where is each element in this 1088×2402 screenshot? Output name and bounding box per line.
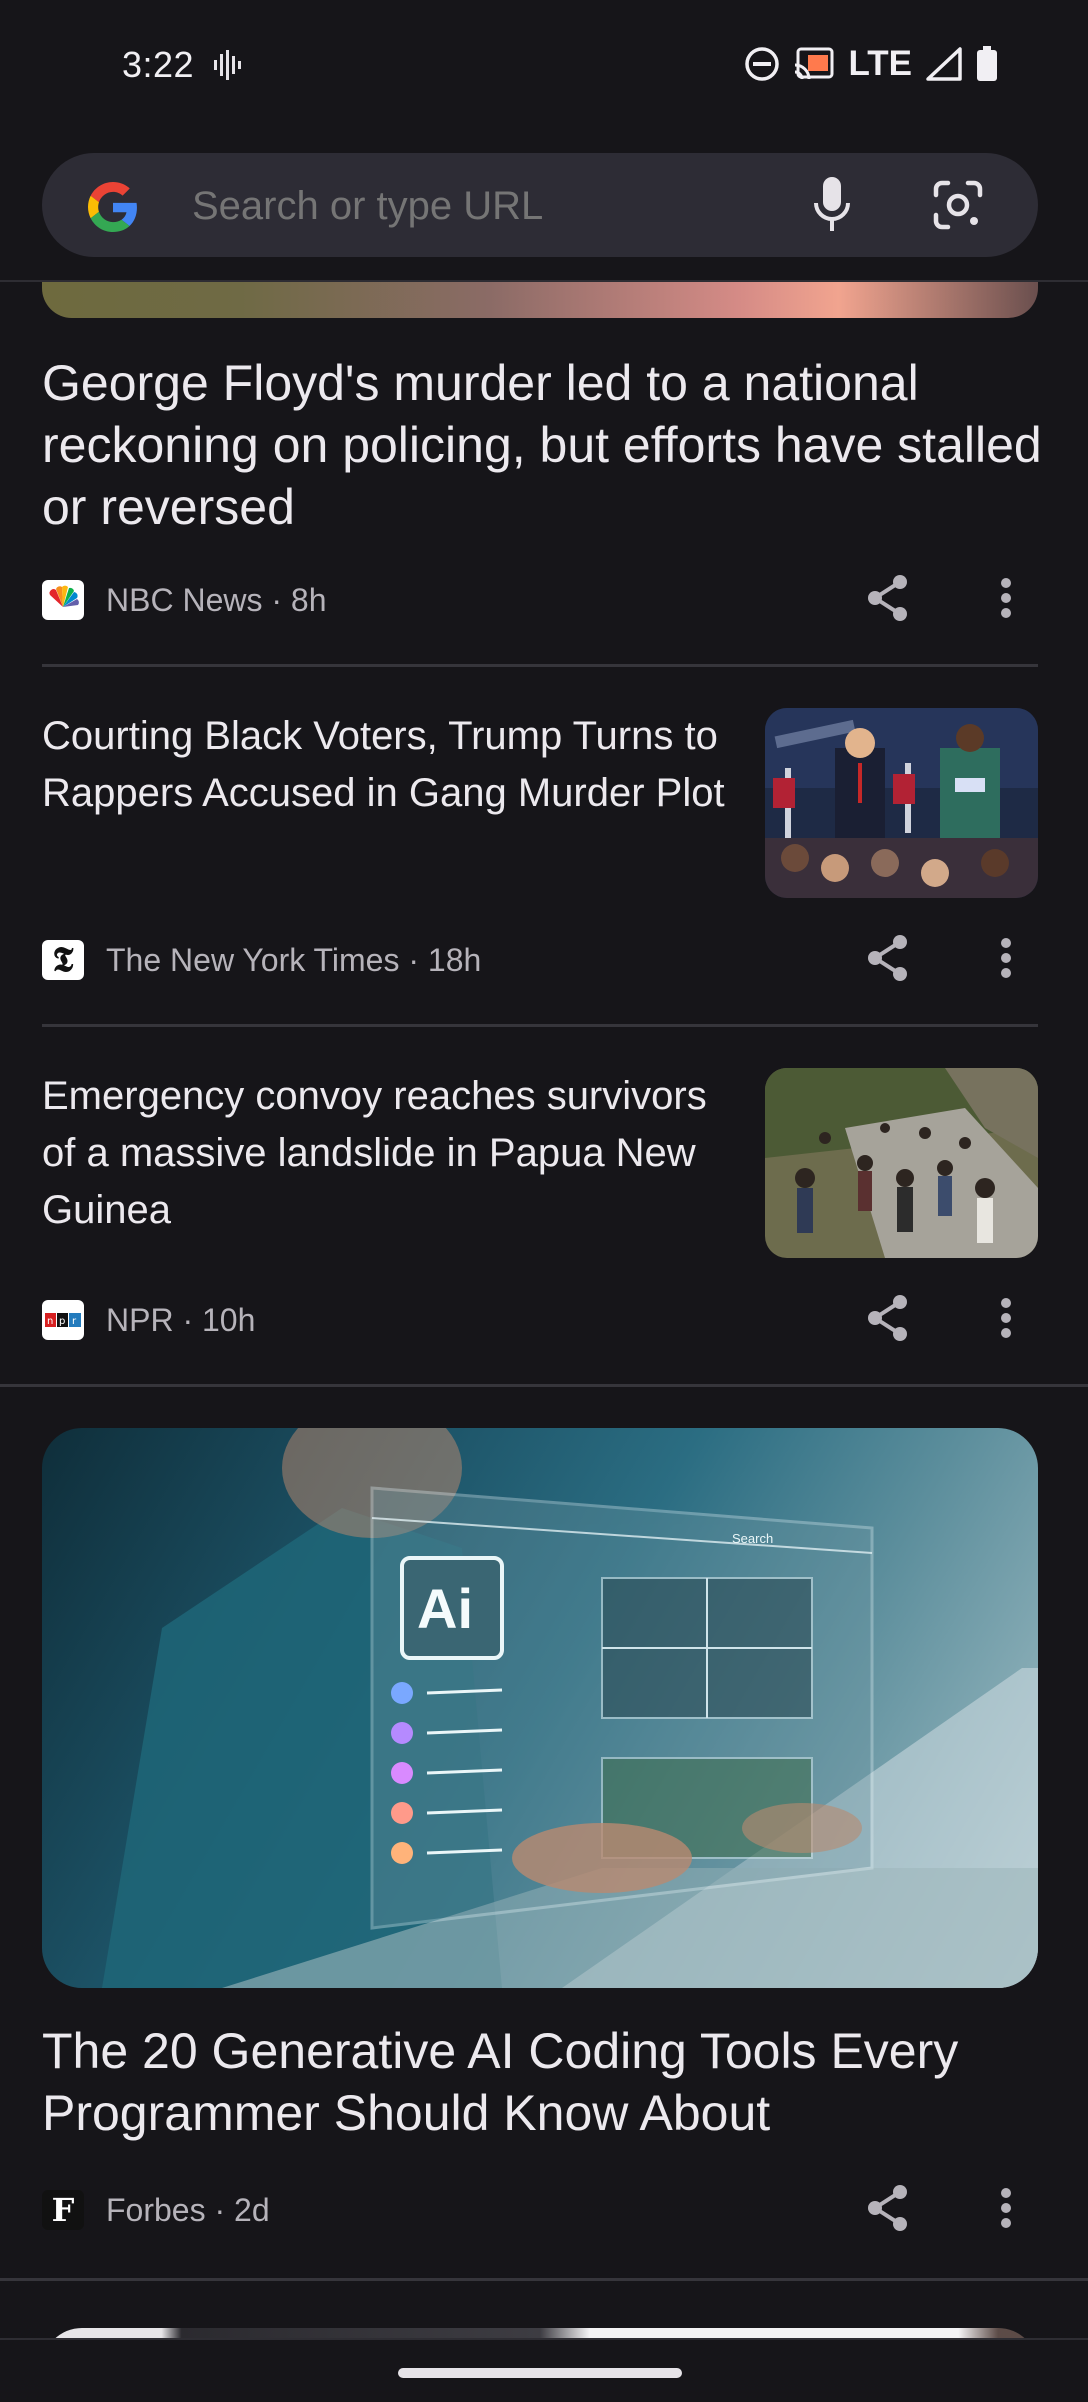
google-logo-icon[interactable] bbox=[88, 182, 138, 232]
share-icon[interactable] bbox=[866, 934, 910, 982]
article-title[interactable]: Emergency convoy reaches survivors of a … bbox=[42, 1068, 732, 1239]
divider bbox=[0, 1384, 1088, 1387]
article-thumbnail[interactable] bbox=[765, 708, 1038, 898]
share-icon[interactable] bbox=[866, 1294, 910, 1342]
divider bbox=[42, 664, 1038, 667]
toolbar bbox=[0, 135, 1088, 282]
npr-logo-icon: n p r bbox=[42, 1300, 84, 1340]
forbes-logo-icon: F bbox=[42, 2190, 84, 2230]
article-source: Forbes · 2d bbox=[106, 2191, 270, 2228]
mic-icon[interactable] bbox=[814, 177, 850, 233]
status-time: 3:22 bbox=[122, 44, 195, 85]
dnd-icon bbox=[745, 47, 780, 81]
battery-icon bbox=[977, 46, 997, 81]
divider bbox=[42, 1024, 1038, 1027]
article-meta: F Forbes · 2d bbox=[42, 2188, 270, 2232]
article-meta: NBC News · 8h bbox=[42, 578, 327, 622]
article-source: NPR · 10h bbox=[106, 1301, 256, 1338]
article-image[interactable] bbox=[42, 280, 1038, 318]
search-input[interactable] bbox=[190, 153, 794, 259]
home-gesture-handle[interactable] bbox=[398, 2368, 682, 2378]
article-thumbnail[interactable] bbox=[765, 1068, 1038, 1258]
share-icon[interactable] bbox=[866, 2184, 910, 2232]
more-vert-icon[interactable] bbox=[1000, 1298, 1012, 1338]
network-type: LTE bbox=[848, 44, 912, 83]
gesture-nav-bar bbox=[0, 2338, 1088, 2402]
article-source: NBC News · 8h bbox=[106, 581, 327, 618]
article-meta: 𝕿 The New York Times · 18h bbox=[42, 938, 481, 982]
hologram-search-label: Search bbox=[732, 1531, 773, 1546]
status-bar: 3:22 LTE bbox=[0, 0, 1088, 135]
divider bbox=[0, 2278, 1088, 2281]
omnibox[interactable] bbox=[42, 153, 1038, 259]
svg-text:n: n bbox=[47, 1316, 53, 1327]
article-title[interactable]: George Floyd's murder led to a national … bbox=[42, 352, 1042, 538]
nbc-logo-icon bbox=[42, 580, 84, 620]
svg-text:p: p bbox=[59, 1316, 65, 1327]
article-title[interactable]: The 20 Generative AI Coding Tools Every … bbox=[42, 2020, 1042, 2144]
cast-icon bbox=[795, 47, 834, 80]
ai-chip-label: Ai bbox=[417, 1577, 473, 1640]
vibrate-icon bbox=[214, 50, 241, 80]
article-source: The New York Times · 18h bbox=[106, 941, 482, 978]
share-icon[interactable] bbox=[866, 574, 910, 622]
more-vert-icon[interactable] bbox=[1000, 2188, 1012, 2228]
article-meta: n p r NPR · 10h bbox=[42, 1298, 255, 1342]
lens-icon[interactable] bbox=[932, 179, 984, 231]
signal-icon bbox=[926, 47, 962, 81]
status-icons: LTE bbox=[744, 44, 998, 84]
article-title[interactable]: Courting Black Voters, Trump Turns to Ra… bbox=[42, 708, 732, 822]
nyt-logo-icon: 𝕿 bbox=[42, 940, 84, 980]
article-hero-image[interactable]: Ai Search bbox=[42, 1428, 1038, 1988]
more-vert-icon[interactable] bbox=[1000, 578, 1012, 618]
more-vert-icon[interactable] bbox=[1000, 938, 1012, 978]
